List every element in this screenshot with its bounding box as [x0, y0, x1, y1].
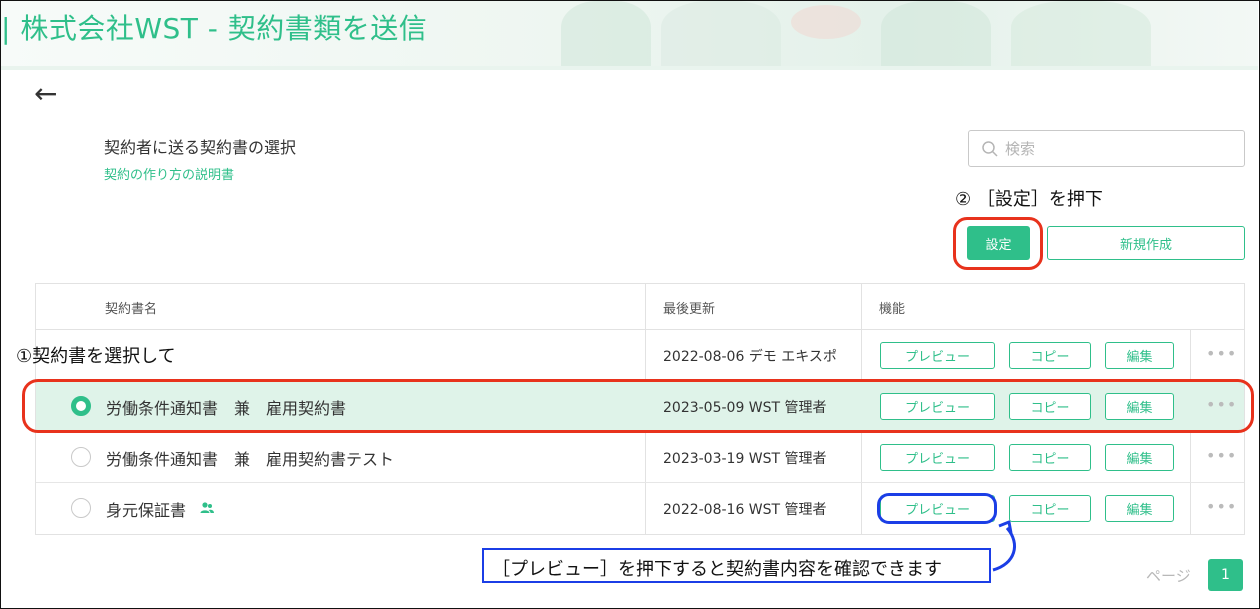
- selected-row-highlight-ring: [22, 379, 1254, 433]
- curved-arrow-icon: [992, 520, 1016, 572]
- banner-divider: [1, 66, 1258, 70]
- preview-callout: ［プレビュー］を押下すると契約書内容を確認できます: [482, 548, 991, 583]
- edit-button[interactable]: 編集: [1105, 342, 1174, 369]
- users-icon: [200, 502, 214, 513]
- header-updated: 最後更新: [663, 302, 716, 317]
- copy-button[interactable]: コピー: [1009, 495, 1091, 522]
- edit-button[interactable]: 編集: [1105, 495, 1174, 522]
- more-options-icon[interactable]: •••: [1206, 495, 1236, 519]
- page-1-button[interactable]: 1: [1208, 559, 1243, 591]
- pagination-label: ページ: [1146, 567, 1191, 585]
- banner-grill-illustration: [791, 5, 861, 39]
- banner-leaves-illustration: [1011, 1, 1151, 67]
- howto-guide-link[interactable]: 契約の作り方の説明書: [104, 164, 234, 183]
- table-row[interactable]: 身元保証書 2022-08-16 WST 管理者 プレビュー コピー 編集 ••…: [36, 483, 1244, 534]
- header-functions: 機能: [879, 302, 906, 317]
- table-row[interactable]: 2022-08-06 デモ エキスポ プレビュー コピー 編集 •••: [36, 330, 1244, 381]
- search-input[interactable]: [1005, 136, 1235, 162]
- row-updated: 2022-08-16 WST 管理者: [663, 502, 827, 518]
- section-title: 契約者に送る契約書の選択: [104, 138, 297, 157]
- copy-button[interactable]: コピー: [1009, 444, 1091, 471]
- table-header: 契約書名 最後更新 機能: [36, 284, 1244, 330]
- more-options-icon[interactable]: •••: [1206, 444, 1236, 468]
- row-name: 身元保証書: [106, 501, 187, 520]
- banner-people-illustration: [881, 1, 991, 67]
- step2-annotation: ② ［設定］を押下: [955, 189, 1103, 210]
- search-box[interactable]: [968, 130, 1245, 167]
- back-arrow-icon[interactable]: ←: [34, 80, 66, 108]
- search-icon: [982, 141, 998, 157]
- row-updated: 2022-08-06 デモ エキスポ: [663, 349, 837, 365]
- preview-callout-text: ［プレビュー］を押下すると契約書内容を確認できます: [492, 559, 942, 580]
- page-title: | 株式会社WST - 契約書類を送信: [1, 12, 428, 45]
- row-name: 労働条件通知書 兼 雇用契約書テスト: [106, 450, 395, 469]
- banner-plant-illustration: [561, 1, 651, 67]
- step1-annotation: ①契約書を選択して: [16, 346, 176, 367]
- header-name: 契約書名: [105, 302, 158, 317]
- preview-button[interactable]: プレビュー: [880, 444, 995, 471]
- banner-table-illustration: [661, 1, 781, 67]
- settings-highlight-ring: [953, 217, 1043, 270]
- preview-button[interactable]: プレビュー: [880, 342, 995, 369]
- row-updated: 2023-03-19 WST 管理者: [663, 451, 827, 467]
- row-radio[interactable]: [71, 498, 91, 518]
- copy-button[interactable]: コピー: [1009, 342, 1091, 369]
- preview-highlight-ring: [877, 493, 997, 524]
- more-options-icon[interactable]: •••: [1206, 342, 1236, 366]
- new-create-button[interactable]: 新規作成: [1047, 226, 1245, 260]
- row-radio[interactable]: [71, 447, 91, 467]
- edit-button[interactable]: 編集: [1105, 444, 1174, 471]
- table-row[interactable]: 労働条件通知書 兼 雇用契約書テスト 2023-03-19 WST 管理者 プレ…: [36, 432, 1244, 483]
- header-banner: | 株式会社WST - 契約書類を送信: [1, 1, 1258, 67]
